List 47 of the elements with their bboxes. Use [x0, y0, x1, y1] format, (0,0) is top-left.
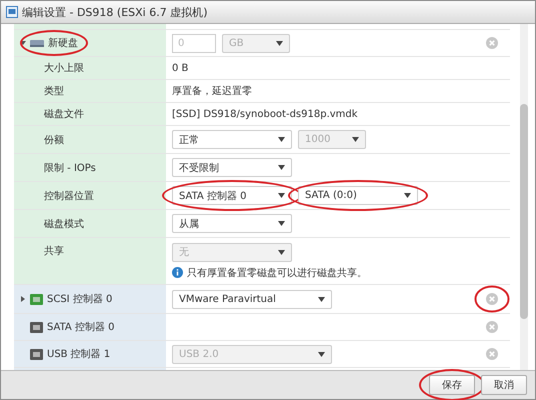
expand-arrow-icon[interactable] — [20, 40, 26, 46]
device-label: USB 控制器 1 — [47, 348, 110, 361]
caret-icon — [278, 250, 285, 254]
info-icon — [172, 267, 183, 278]
remove-icon[interactable] — [486, 321, 498, 333]
dialog-button[interactable]: 取消 — [481, 375, 527, 395]
expand-arrow-icon[interactable] — [20, 296, 26, 302]
remove-icon[interactable] — [486, 348, 498, 360]
select-field[interactable]: 正常 — [172, 130, 292, 149]
controller-icon — [30, 348, 43, 360]
field-value: 0 B — [172, 62, 188, 74]
field-value: [SSD] DS918/synoboot-ds918p.vmdk — [172, 108, 358, 120]
scrollbar[interactable] — [520, 24, 528, 370]
field-label: 限制 - IOPs — [44, 162, 96, 174]
select-field[interactable]: VMware Paravirtual — [172, 290, 332, 308]
remove-icon[interactable] — [486, 37, 498, 49]
field-label: 共享 — [44, 244, 64, 258]
select-field[interactable]: SATA (0:0) — [298, 186, 418, 205]
disk-label[interactable]: 新硬盘 — [48, 36, 78, 50]
select-field[interactable]: 从属 — [172, 214, 292, 233]
field-label: 磁盘文件 — [44, 108, 84, 121]
field-label: 类型 — [44, 84, 64, 98]
caret-icon — [278, 165, 285, 170]
select-field[interactable]: 不受限制 — [172, 158, 292, 177]
caret-icon — [276, 40, 283, 46]
field-value: 厚置备，延迟置零 — [172, 84, 252, 98]
caret-icon — [278, 193, 285, 198]
caret-icon — [278, 137, 285, 142]
caret-icon — [318, 352, 325, 356]
field-label: 份额 — [44, 134, 64, 146]
field-label: 控制器位置 — [44, 190, 94, 202]
controller-icon — [30, 322, 43, 332]
dialog-button[interactable]: 保存 — [429, 375, 475, 395]
select-field[interactable]: SATA 控制器 0 — [172, 186, 292, 205]
circled-remove-icon[interactable] — [474, 285, 510, 313]
window-icon — [6, 6, 18, 18]
device-label: SCSI 控制器 0 — [47, 292, 112, 306]
field-label: 大小上限 — [44, 62, 84, 75]
caret-icon — [318, 296, 325, 302]
device-label: SATA 控制器 0 — [47, 320, 114, 334]
caret-icon — [278, 221, 285, 226]
controller-icon — [30, 294, 43, 304]
window-title: 编辑设置 - DS918 (ESXi 6.7 虚拟机) — [22, 4, 208, 20]
field-label: 磁盘模式 — [44, 218, 84, 230]
caret-icon — [352, 137, 359, 142]
caret-icon — [404, 193, 411, 198]
share-note: 只有厚置备置零磁盘可以进行磁盘共享。 — [187, 266, 367, 280]
